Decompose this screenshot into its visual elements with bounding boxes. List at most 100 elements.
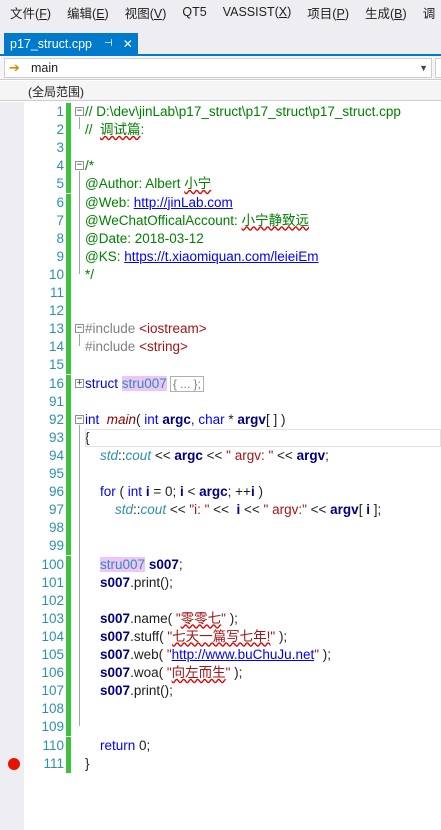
code-line[interactable]: 107 s007.print(); (0, 682, 441, 701)
line-number: 2 (56, 122, 64, 138)
change-indicator (66, 302, 71, 321)
line-number: 111 (43, 755, 64, 771)
change-indicator (66, 374, 71, 393)
collapse-icon[interactable]: − (75, 161, 84, 171)
secondary-dropdown[interactable] (435, 58, 441, 78)
change-indicator (66, 284, 71, 302)
code-editor[interactable]: 1−// D:\dev\jinLab\p17_struct\p17_struct… (0, 102, 441, 830)
code-line[interactable]: 5 @Author: Albert 小宁 (0, 175, 441, 194)
code-line[interactable]: 14 #include <string> (0, 338, 441, 357)
code-text: s007.name( "零零七" ); (100, 610, 238, 626)
scope-bar: (全局范围) (0, 81, 441, 101)
code-line[interactable]: 97 std::cout << "i: " << i << " argv:" <… (0, 501, 441, 520)
code-text: struct stru007{ ... }; (85, 375, 204, 393)
code-line[interactable]: 95 (0, 465, 441, 483)
menu-item-5[interactable]: 项目(P) (307, 3, 349, 22)
code-line[interactable]: 2 // 调试篇: (0, 121, 441, 140)
menu-item-7[interactable]: 调 (423, 3, 436, 22)
line-number: 4 (56, 158, 64, 174)
code-text: s007.web( "http://www.buChuJu.net" ); (100, 647, 332, 662)
code-line[interactable]: 8 @Date: 2018-03-12 (0, 229, 441, 248)
code-line[interactable]: 7 @WeChatOfficalAccount: 小宁静致远 (0, 211, 441, 230)
code-line[interactable]: 104 s007.stuff( "七天一篇写七年!" ); (0, 627, 441, 646)
breakpoint-icon[interactable] (8, 757, 20, 770)
collapse-icon[interactable]: − (75, 324, 84, 334)
code-line[interactable]: 1 −// D:\dev\jinLab\p17_struct\p17_struct… (0, 103, 441, 121)
code-line[interactable]: 103 s007.name( "零零七" ); (0, 609, 441, 628)
code-text: std::cout << argc << " argv: " << argv; (100, 447, 329, 463)
code-line[interactable]: 12 (0, 302, 441, 321)
code-line[interactable]: 99 (0, 537, 441, 556)
code-line[interactable]: 109 (0, 718, 441, 737)
menu-item-6[interactable]: 生成(B) (365, 3, 407, 22)
code-line[interactable]: 98 (0, 519, 441, 538)
code-line[interactable]: 105 s007.web( "http://www.buChuJu.net" )… (0, 646, 441, 664)
line-number: 94 (48, 447, 64, 463)
change-indicator (66, 627, 71, 646)
fold-guide (79, 334, 80, 347)
line-number: 91 (48, 393, 64, 409)
code-line[interactable]: 3 (0, 139, 441, 158)
change-indicator (66, 265, 71, 284)
code-text: // 调试篇: (85, 122, 145, 138)
code-text: @WeChatOfficalAccount: 小宁静致远 (85, 212, 310, 228)
code-text: s007.woa( "向左而生" ); (100, 665, 243, 681)
code-line[interactable]: 100 stru007 s007; (0, 555, 441, 574)
change-indicator (66, 103, 71, 121)
code-line[interactable]: 110 return 0; (0, 736, 441, 755)
code-line[interactable]: 16 + struct stru007{ ... }; (0, 374, 441, 393)
code-line[interactable]: 91 (0, 392, 441, 411)
code-line[interactable]: 10 */ (0, 265, 441, 284)
code-line[interactable]: 92 − int main( int argc, char * argv[ ] ) (0, 410, 441, 429)
code-text: /* (85, 158, 95, 174)
menu-item-0[interactable]: 文件(F) (10, 3, 51, 22)
code-line[interactable]: 111} (0, 754, 441, 773)
menu-item-3[interactable]: QT5 (182, 5, 206, 19)
code-line[interactable]: 101 s007.print(); (0, 573, 441, 592)
code-line[interactable]: 15 (0, 356, 441, 375)
change-indicator (66, 139, 71, 158)
menu-item-2[interactable]: 视图(V) (125, 3, 167, 22)
code-line[interactable]: 106 s007.woa( "向左而生" ); (0, 664, 441, 683)
change-indicator (66, 229, 71, 248)
expand-icon[interactable]: + (75, 378, 84, 388)
change-indicator (66, 157, 71, 176)
line-number: 106 (41, 665, 64, 681)
change-indicator (66, 175, 71, 194)
close-icon[interactable]: ✕ (123, 37, 133, 51)
code-line[interactable]: 13 − #include <iostream> (0, 320, 441, 339)
code-line[interactable]: 11 (0, 284, 441, 302)
menu-item-4[interactable]: VASSIST(X) (223, 5, 292, 19)
line-number: 105 (41, 647, 64, 662)
line-number: 3 (56, 140, 64, 156)
line-number: 1 (56, 104, 64, 119)
code-line[interactable]: 96 for ( int i = 0; i < argc; ++i ) (0, 483, 441, 502)
function-arrow-icon: ➔ (9, 60, 20, 75)
tab-p17-struct-cpp[interactable]: p17_struct.cpp ⊣ ✕ (4, 33, 138, 54)
pin-icon[interactable]: ⊣ (104, 38, 113, 49)
code-text: std::cout << "i: " << i << " argv:" << a… (115, 502, 382, 518)
code-text: s007.stuff( "七天一篇写七年!" ); (100, 628, 288, 644)
menu-item-1[interactable]: 编辑(E) (67, 3, 109, 22)
line-number: 107 (41, 683, 64, 699)
fold-guide (79, 424, 80, 727)
change-indicator (66, 682, 71, 701)
chevron-down-icon[interactable]: ▼ (419, 63, 428, 73)
collapse-icon[interactable]: − (75, 414, 84, 424)
change-indicator (66, 392, 71, 411)
change-indicator (66, 193, 71, 212)
change-indicator (66, 736, 71, 755)
change-indicator (66, 519, 71, 538)
code-line[interactable]: 4 −/* (0, 157, 441, 176)
code-line[interactable]: 6 @Web: http://jinLab.com (0, 193, 441, 212)
function-dropdown[interactable]: ➔ main ▼ (4, 58, 432, 78)
change-indicator (66, 700, 71, 719)
fold-guide (79, 171, 80, 274)
change-indicator (66, 465, 71, 483)
line-number: 12 (48, 303, 64, 319)
code-line[interactable]: 102 (0, 591, 441, 610)
code-line[interactable]: 9 @KS: https://t.xiaomiquan.com/leieiEm (0, 247, 441, 266)
code-line[interactable]: 108 (0, 700, 441, 719)
code-line[interactable]: 94 std::cout << argc << " argv: " << arg… (0, 446, 441, 465)
collapse-icon[interactable]: − (75, 107, 84, 116)
